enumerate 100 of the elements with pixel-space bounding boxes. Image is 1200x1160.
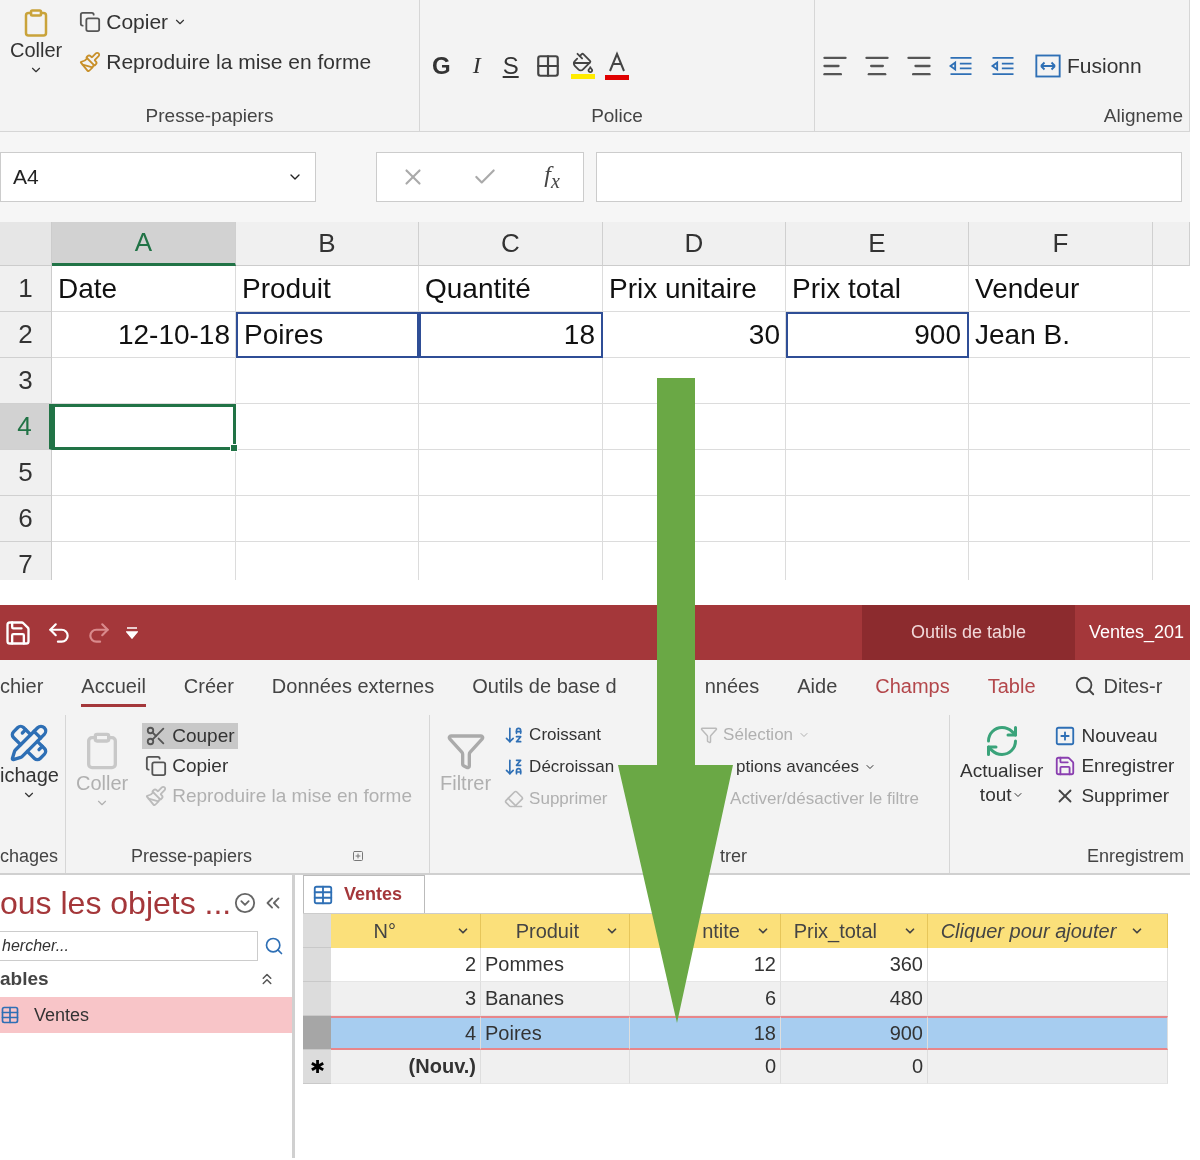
table-cell[interactable]: Prix unitaire xyxy=(603,266,786,312)
search-icon xyxy=(1073,675,1096,697)
column-header[interactable]: Produit xyxy=(481,914,630,948)
fill-handle[interactable] xyxy=(230,444,238,452)
column-header[interactable]: Cliquer pour ajouter xyxy=(928,914,1168,948)
sort-ascending-button[interactable]: Croissant xyxy=(501,723,604,747)
view-button[interactable]: ichage xyxy=(0,723,59,802)
select-all-corner[interactable] xyxy=(303,914,331,948)
table-cell[interactable] xyxy=(52,404,236,450)
record-selector[interactable] xyxy=(303,948,331,982)
row-header[interactable]: 1 xyxy=(0,266,52,312)
bold-button[interactable]: G xyxy=(426,51,457,80)
ribbon-tab[interactable]: Données externes xyxy=(271,668,435,707)
table-cell[interactable]: 900 xyxy=(786,312,969,358)
row-header[interactable]: 7 xyxy=(0,542,52,580)
table-cell[interactable]: Jean B. xyxy=(969,312,1153,358)
merge-button[interactable]: Fusionn xyxy=(1031,49,1145,82)
table-cell: 360 xyxy=(781,948,928,982)
row-header[interactable]: 2 xyxy=(0,312,52,358)
nav-item[interactable]: Ventes xyxy=(0,997,292,1033)
table-cell: (Nouv.) xyxy=(331,1050,481,1084)
column-header[interactable]: B xyxy=(236,222,419,266)
tell-me-search[interactable]: Dites-r xyxy=(1073,668,1163,707)
search-field[interactable]: hercher... xyxy=(0,931,258,961)
table-cell[interactable]: 18 xyxy=(419,312,603,358)
record-selector[interactable] xyxy=(303,1016,331,1050)
ribbon-tab[interactable]: Outils de base d nnées xyxy=(472,668,760,707)
column-header[interactable]: N° xyxy=(331,914,481,948)
column-header[interactable]: C xyxy=(419,222,603,266)
table-cell[interactable]: Quantité xyxy=(419,266,603,312)
underline-button[interactable]: S xyxy=(496,51,525,80)
table-cell[interactable]: Date xyxy=(52,266,236,312)
table-cell: Pommes xyxy=(481,948,630,982)
table-cell[interactable]: Prix total xyxy=(786,266,969,312)
paste-button[interactable]: Coller xyxy=(6,8,67,77)
column-header[interactable] xyxy=(1153,222,1190,266)
record-selector[interactable] xyxy=(303,982,331,1016)
new-record-button[interactable]: Nouveau xyxy=(1051,723,1161,749)
save-record-button[interactable]: Enregistrer xyxy=(1051,753,1178,779)
sort-descending-button[interactable]: Décroissan xyxy=(501,755,618,779)
group-label: Presse-papiers xyxy=(145,105,274,127)
table-cell[interactable]: 30 xyxy=(603,312,786,358)
ribbon-tab[interactable]: Champs xyxy=(875,668,950,707)
italic-button[interactable]: I xyxy=(466,52,487,79)
window-title: Ventes_201 xyxy=(1088,622,1186,643)
table-cell: Poires xyxy=(481,1016,630,1050)
table-cell[interactable]: Produit xyxy=(236,266,419,312)
group-label: Aligneme xyxy=(1103,105,1183,127)
table-cell[interactable]: 12-10-18 xyxy=(52,312,236,358)
row-header[interactable]: 6 xyxy=(0,496,52,542)
column-header[interactable]: D xyxy=(603,222,786,266)
copy-button[interactable]: Copier xyxy=(142,753,232,779)
paintbrush-icon xyxy=(79,51,102,73)
ribbon-tab[interactable]: Accueil xyxy=(81,668,146,707)
ribbon-tab[interactable]: Table xyxy=(987,668,1036,707)
name-box[interactable]: A4 xyxy=(0,152,316,202)
ribbon-tab[interactable]: Aide xyxy=(797,668,838,707)
section-header[interactable]: ables xyxy=(0,968,49,990)
table-cell: 6 xyxy=(630,982,781,1016)
column-header[interactable]: Prix_total xyxy=(781,914,928,948)
customize-icon[interactable] xyxy=(126,626,138,639)
row-header[interactable]: 3 xyxy=(0,358,52,404)
format-painter-button[interactable]: Reproduire la mise en forme xyxy=(76,48,375,76)
filter-advanced-button[interactable]: ptions avancées xyxy=(733,755,879,779)
paint-bucket-icon xyxy=(571,52,594,74)
fill-color-button[interactable] xyxy=(570,52,595,79)
ribbon-tab[interactable]: chier xyxy=(0,668,44,707)
filter-icon xyxy=(445,731,486,771)
navigation-pane-title[interactable]: ous les objets ... xyxy=(0,884,232,922)
filter-icon xyxy=(700,726,719,744)
row-header[interactable]: 4 xyxy=(0,404,52,450)
row-header[interactable]: 5 xyxy=(0,450,52,496)
cut-button[interactable]: Couper xyxy=(142,723,238,749)
table-cell[interactable]: Poires xyxy=(236,312,419,358)
table-cell[interactable]: Vendeur xyxy=(969,266,1153,312)
group-label: trer xyxy=(720,845,747,867)
table-cell: 0 xyxy=(781,1050,928,1084)
record-selector[interactable]: ✱ xyxy=(303,1050,331,1084)
column-header[interactable]: A xyxy=(52,222,236,266)
insert-function-button[interactable]: f$_{x}$ xyxy=(544,161,560,193)
group-label: Presse-papiers xyxy=(130,845,253,867)
formula-input[interactable] xyxy=(596,152,1182,202)
column-header[interactable]: F xyxy=(969,222,1153,266)
sort-ascending-icon xyxy=(504,725,525,745)
column-header[interactable]: E xyxy=(786,222,969,266)
ribbon-tab[interactable]: Créer xyxy=(183,668,234,707)
table-cell: Bananes xyxy=(481,982,630,1016)
document-tab[interactable]: Ventes xyxy=(303,875,425,913)
save-icon xyxy=(4,618,32,647)
save-icon xyxy=(1054,755,1077,777)
group-label: chages xyxy=(0,845,59,867)
copy-button[interactable]: Copier xyxy=(76,8,191,36)
delete-record-button[interactable]: Supprimer xyxy=(1051,783,1173,809)
dropdown-icon xyxy=(234,892,256,914)
table-icon xyxy=(0,1005,20,1025)
refresh-all-button[interactable]: Actualiser tout xyxy=(956,723,1048,807)
eraser-icon xyxy=(504,789,525,809)
copy-icon xyxy=(145,755,168,777)
select-all-corner[interactable] xyxy=(0,222,52,266)
font-color-button[interactable] xyxy=(604,51,629,80)
